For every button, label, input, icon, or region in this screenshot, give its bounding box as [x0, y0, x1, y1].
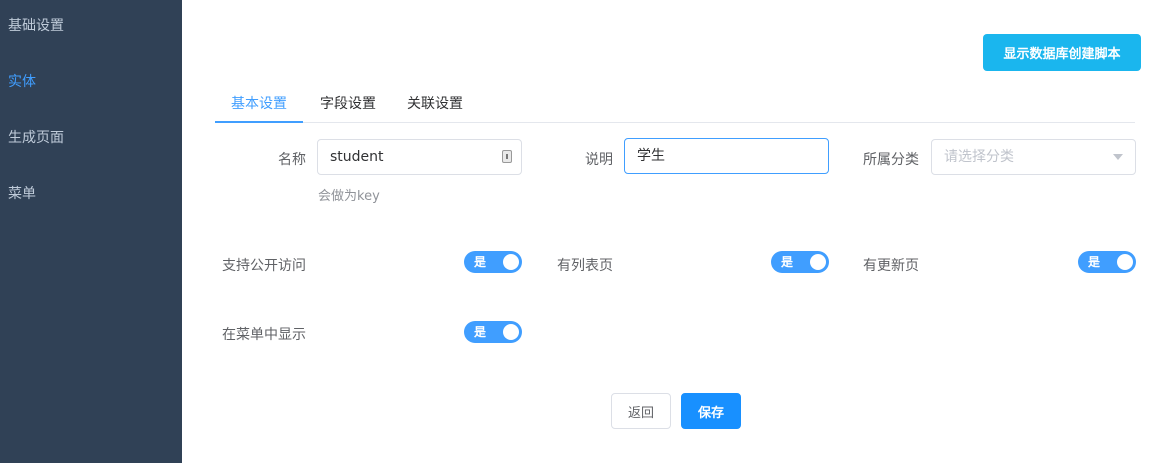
name-input[interactable]: student	[317, 139, 522, 175]
tab-relation-settings[interactable]: 关联设置	[407, 93, 463, 113]
tab-active-indicator	[215, 121, 303, 123]
show-db-script-button[interactable]: 显示数据库创建脚本	[983, 34, 1141, 71]
tab-field-settings[interactable]: 字段设置	[320, 93, 376, 113]
switch-knob	[503, 324, 519, 340]
sidebar: 基础设置 实体 生成页面 菜单	[0, 0, 182, 463]
update-page-switch[interactable]: 是	[1078, 251, 1136, 273]
show-in-menu-switch[interactable]: 是	[464, 321, 522, 343]
chevron-down-icon[interactable]	[1113, 154, 1123, 160]
switch-knob	[810, 254, 826, 270]
sidebar-item-basic-settings[interactable]: 基础设置	[8, 15, 64, 35]
public-access-label: 支持公开访问	[222, 258, 306, 274]
switch-knob	[503, 254, 519, 270]
list-page-switch-text: 是	[781, 255, 794, 269]
show-in-menu-label: 在菜单中显示	[222, 327, 306, 343]
list-page-label: 有列表页	[557, 258, 613, 274]
show-in-menu-switch-text: 是	[474, 325, 487, 339]
sidebar-item-entity[interactable]: 实体	[8, 71, 36, 91]
save-button[interactable]: 保存	[681, 393, 741, 429]
name-hint: 会做为key	[318, 189, 380, 204]
update-page-label: 有更新页	[863, 258, 919, 274]
tab-bar: 基本设置 字段设置 关联设置	[215, 81, 1135, 123]
back-button[interactable]: 返回	[611, 393, 671, 429]
switch-knob	[1117, 254, 1133, 270]
update-page-switch-text: 是	[1088, 255, 1101, 269]
category-label: 所属分类	[863, 152, 919, 168]
tab-basic-settings[interactable]: 基本设置	[231, 93, 287, 113]
sidebar-item-generate-page[interactable]: 生成页面	[8, 127, 64, 147]
name-label: 名称	[278, 152, 306, 168]
public-access-switch[interactable]: 是	[464, 251, 522, 273]
category-select[interactable]: 请选择分类	[931, 139, 1136, 175]
public-access-switch-text: 是	[474, 255, 487, 269]
list-page-switch[interactable]: 是	[771, 251, 829, 273]
autofill-contact-icon[interactable]	[502, 150, 512, 163]
description-input[interactable]: 学生	[624, 138, 829, 174]
description-label: 说明	[585, 152, 613, 168]
sidebar-item-menu[interactable]: 菜单	[8, 183, 36, 203]
